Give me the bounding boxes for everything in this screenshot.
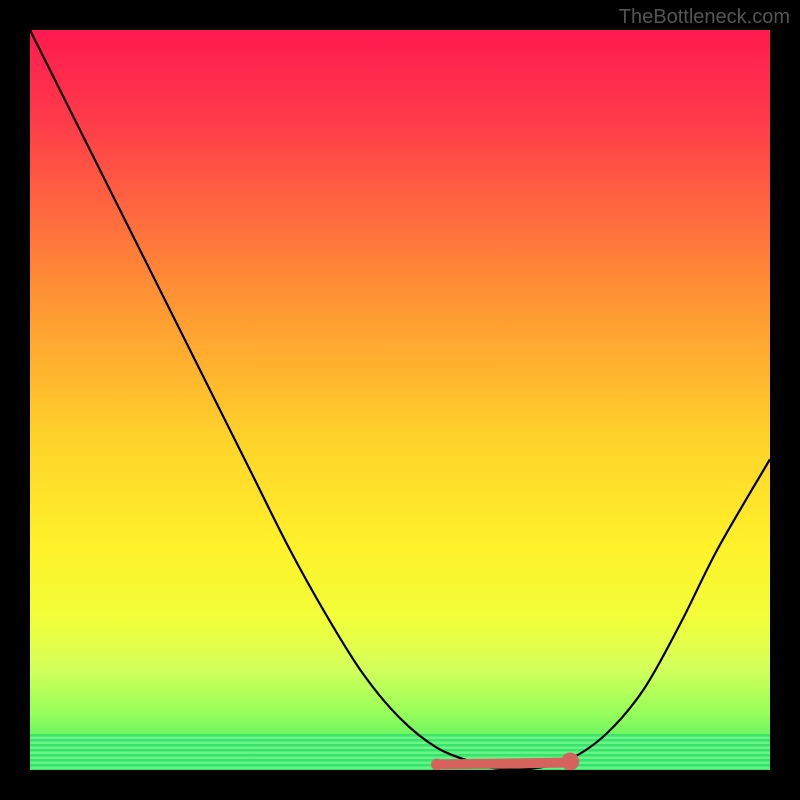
optimal-range-marker	[437, 763, 570, 765]
chart-container: TheBottleneck.com	[0, 0, 800, 800]
attribution-text: TheBottleneck.com	[619, 6, 790, 29]
chart-svg	[30, 30, 770, 770]
bottleneck-curve	[30, 30, 770, 769]
optimal-start-dot-icon	[431, 759, 443, 770]
optimal-end-dot-icon	[561, 753, 579, 770]
